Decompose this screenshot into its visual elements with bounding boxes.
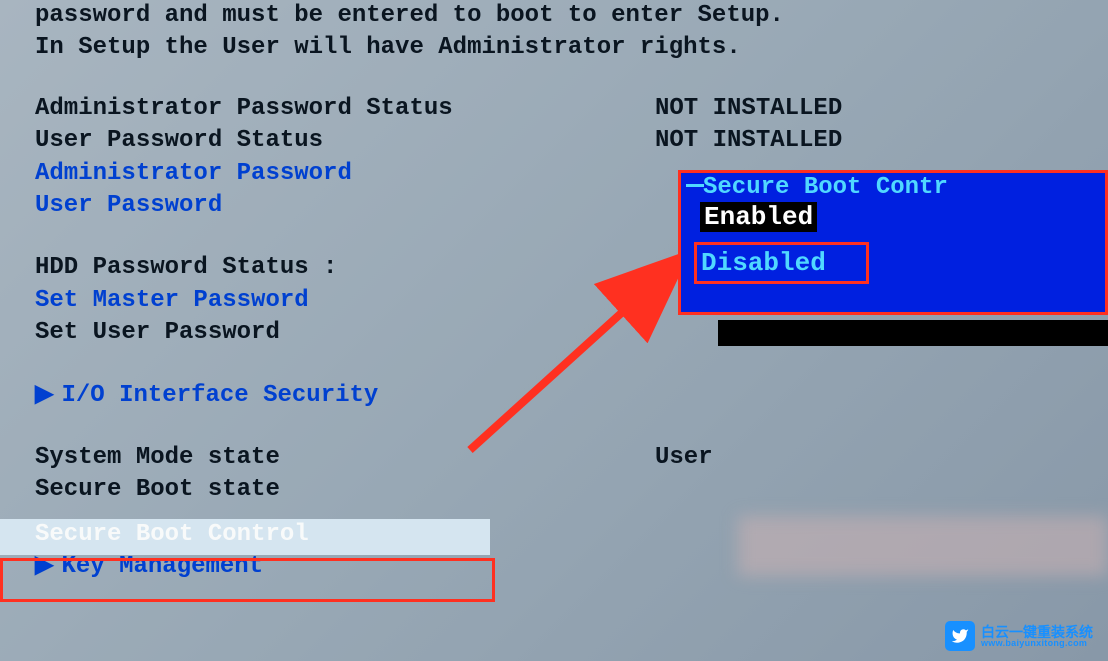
watermark-text-cn: 白云一键重装系统	[981, 625, 1093, 639]
popup-option-enabled[interactable]: Enabled	[700, 202, 817, 232]
annotation-highlight-box	[0, 558, 495, 602]
watermark: 白云一键重装系统 www.baiyunxitong.com	[945, 621, 1093, 651]
admin-password-status-value: NOT INSTALLED	[655, 93, 1073, 125]
user-password-status-value: NOT INSTALLED	[655, 125, 1073, 157]
popup-shadow	[718, 320, 1108, 346]
secure-boot-popup: Secure Boot Contr Enabled Disabled	[678, 170, 1108, 315]
system-mode-state-label: System Mode state	[35, 442, 655, 474]
set-master-password-item[interactable]: Set Master Password	[35, 285, 655, 317]
submenu-arrow-icon: ▶	[35, 380, 53, 412]
admin-password-item[interactable]: Administrator Password	[35, 158, 655, 190]
watermark-text-url: www.baiyunxitong.com	[981, 639, 1093, 648]
set-user-password-item[interactable]: Set User Password	[35, 317, 655, 349]
secure-boot-state-value	[655, 474, 1073, 506]
io-interface-security-item[interactable]: I/O Interface Security	[61, 380, 378, 412]
system-mode-state-value: User	[655, 442, 1073, 474]
blur-overlay	[738, 516, 1108, 576]
user-password-item[interactable]: User Password	[35, 190, 655, 222]
watermark-bird-icon	[945, 621, 975, 651]
bios-header-line1: password and must be entered to boot to …	[35, 0, 1073, 32]
secure-boot-state-label: Secure Boot state	[35, 474, 655, 506]
popup-title: Secure Boot Contr	[703, 170, 948, 201]
user-password-status-label: User Password Status	[35, 125, 655, 157]
popup-option-disabled[interactable]: Disabled	[694, 242, 869, 284]
hdd-password-status-label: HDD Password Status :	[35, 252, 655, 284]
admin-password-status-label: Administrator Password Status	[35, 93, 655, 125]
bios-header-line2: In Setup the User will have Administrato…	[35, 32, 1073, 64]
